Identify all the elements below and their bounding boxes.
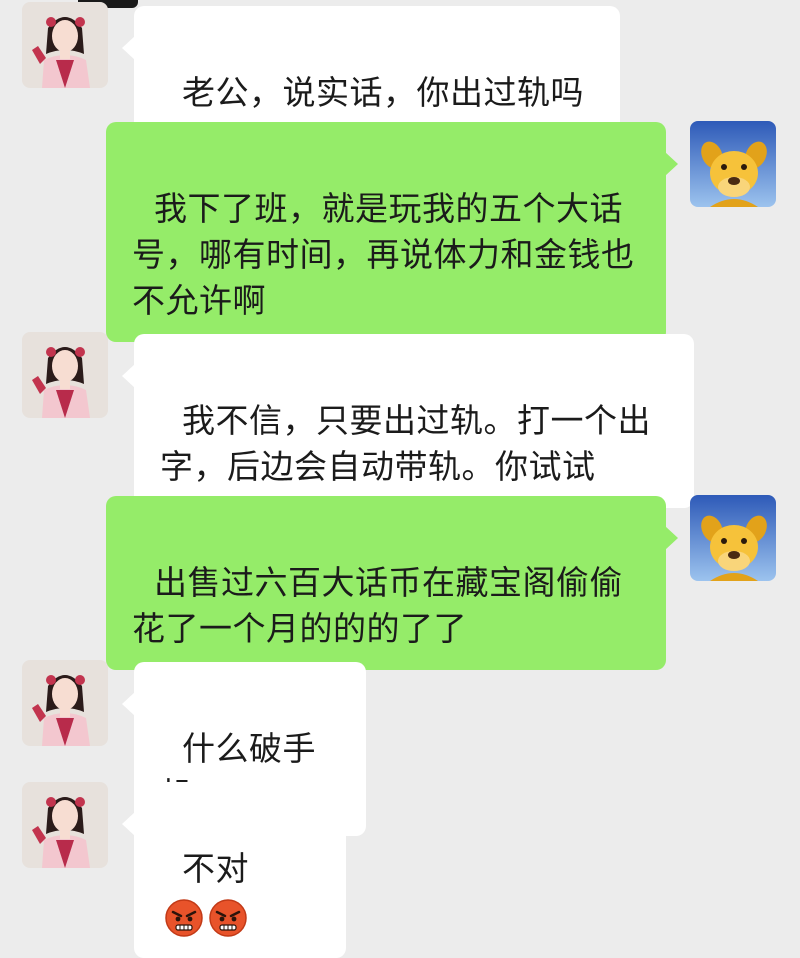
message-bubble-incoming[interactable]: 老公，说实话，你出过轨吗	[122, 6, 620, 134]
message-bubble-outgoing[interactable]: 我下了班，就是玩我的五个大话号，哪有时间，再说体力和金钱也不允许啊	[106, 122, 678, 342]
message-bubble-incoming[interactable]: 不对	[122, 782, 346, 958]
angry-face-emoji	[165, 899, 203, 937]
girl-avatar[interactable]	[22, 660, 108, 746]
girl-avatar[interactable]	[22, 782, 108, 868]
message-bubble-outgoing[interactable]: 出售过六百大话币在藏宝阁偷偷花了一个月的的的了了	[106, 496, 678, 670]
emoji-group	[160, 894, 248, 940]
message-text: 我不信，只要出过轨。打一个出字，后边会自动带轨。你试试	[160, 401, 651, 486]
message-text: 我下了班，就是玩我的五个大话号，哪有时间，再说体力和金钱也不允许啊	[132, 189, 635, 320]
girl-avatar[interactable]	[22, 332, 108, 418]
girl-avatar[interactable]	[22, 2, 108, 88]
dog-avatar[interactable]	[690, 495, 776, 581]
message-bubble-incoming[interactable]: 我不信，只要出过轨。打一个出字，后边会自动带轨。你试试	[122, 334, 694, 508]
message-text: 老公，说实话，你出过轨吗	[181, 73, 584, 112]
dog-avatar[interactable]	[690, 121, 776, 207]
message-text: 不对	[181, 849, 249, 888]
angry-face-emoji	[209, 899, 247, 937]
message-text: 出售过六百大话币在藏宝阁偷偷花了一个月的的的了了	[132, 563, 623, 648]
